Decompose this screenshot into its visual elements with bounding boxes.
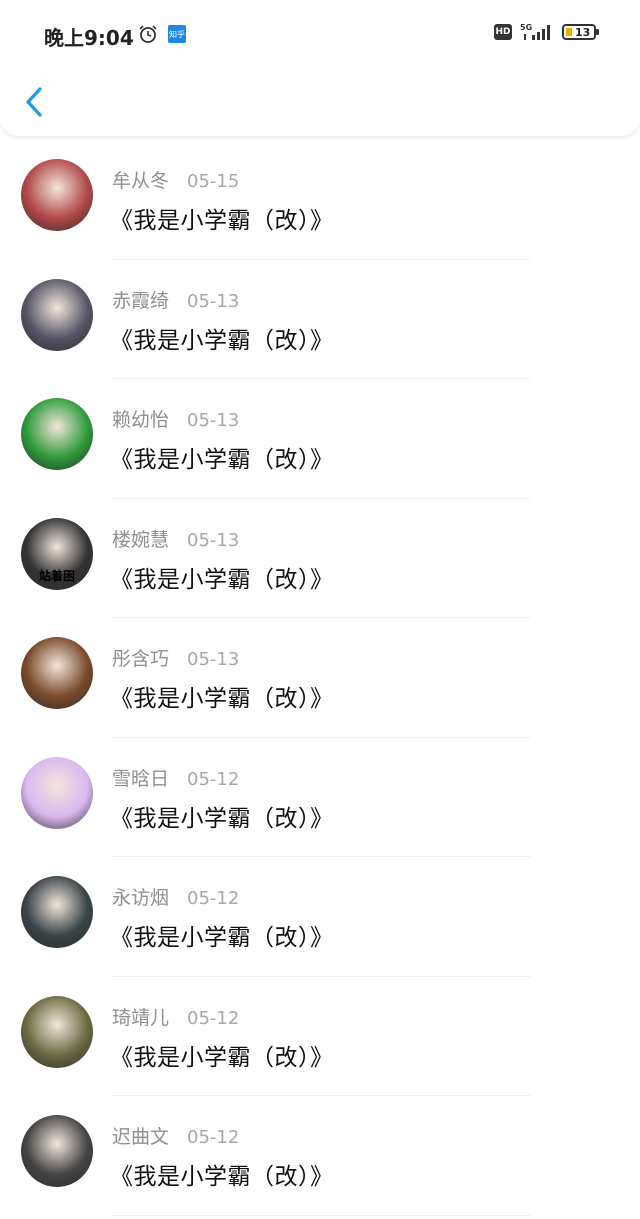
comment-row[interactable]: 雪晗日 05-12 《我是小学霸（改）》 xyxy=(0,738,640,857)
avatar[interactable] xyxy=(21,278,93,351)
commenter-name[interactable]: 彤含巧 xyxy=(112,644,169,671)
comment-list: 牟从冬 05-15 《我是小学霸（改）》 赤霞绮 05-13 《我是小学霸（改）》 赖幼怡 0… xyxy=(0,140,640,1216)
comment-row[interactable]: 站着困 楼婉慧 05-13 《我是小学霸（改）》 xyxy=(0,499,640,618)
comment-row[interactable]: 永访烟 05-12 《我是小学霸（改）》 xyxy=(0,857,640,977)
avatar[interactable]: 站着困 xyxy=(21,517,93,590)
avatar[interactable] xyxy=(21,398,93,470)
comment-text: 《我是小学霸（改）》 xyxy=(110,686,334,712)
comment-text: 《我是小学霸（改）》 xyxy=(110,1164,334,1190)
status-bar: 晚上9:04 知乎 HD 5G 13 xyxy=(0,0,640,70)
comment-date: 05-12 xyxy=(187,1127,240,1148)
comment-date: 05-13 xyxy=(187,410,240,431)
network-label: 5G xyxy=(520,23,532,32)
comment-date: 05-12 xyxy=(187,768,240,790)
battery-level: 13 xyxy=(575,25,591,39)
commenter-name[interactable]: 牟从冬 xyxy=(112,166,169,193)
comment-date: 05-12 xyxy=(187,1007,240,1029)
commenter-name[interactable]: 楼婉慧 xyxy=(112,525,169,552)
commenter-name[interactable]: 永访烟 xyxy=(112,883,169,910)
battery-icon: 13 xyxy=(562,24,599,40)
avatar[interactable] xyxy=(21,756,93,829)
back-arrow-icon[interactable] xyxy=(20,84,50,120)
avatar[interactable] xyxy=(21,876,93,948)
comment-text: 《我是小学霸（改）》 xyxy=(110,805,334,832)
hd-icon: HD xyxy=(494,24,512,40)
avatar[interactable] xyxy=(21,159,93,231)
comment-text: 《我是小学霸（改）》 xyxy=(110,566,334,593)
commenter-name[interactable]: 赤霞绮 xyxy=(112,286,169,313)
zhihu-app-icon: 知乎 xyxy=(168,25,186,43)
comment-date: 05-12 xyxy=(187,888,240,909)
comment-text: 《我是小学霸（改）》 xyxy=(110,925,334,951)
comment-row[interactable]: 赤霞绮 05-13 《我是小学霸（改）》 xyxy=(0,260,640,379)
comment-row[interactable]: 彤含巧 05-13 《我是小学霸（改）》 xyxy=(0,618,640,738)
alarm-icon xyxy=(139,25,157,43)
avatar[interactable] xyxy=(21,995,93,1068)
comment-date: 05-13 xyxy=(187,290,240,312)
comment-row[interactable]: 迟曲文 05-12 《我是小学霸（改）》 xyxy=(0,1096,640,1216)
comment-date: 05-13 xyxy=(187,529,240,551)
comment-text: 《我是小学霸（改）》 xyxy=(110,327,334,354)
comment-row[interactable]: 琦靖儿 05-12 《我是小学霸（改）》 xyxy=(0,977,640,1096)
comment-text: 《我是小学霸（改）》 xyxy=(110,1044,334,1071)
commenter-name[interactable]: 雪晗日 xyxy=(112,764,169,791)
nav-bar xyxy=(0,70,640,136)
divider xyxy=(112,1214,530,1216)
signal-5g-icon: 5G xyxy=(520,23,550,40)
avatar[interactable] xyxy=(21,1115,93,1187)
comment-date: 05-13 xyxy=(187,649,240,670)
comment-text: 《我是小学霸（改）》 xyxy=(110,447,334,473)
comment-row[interactable]: 赖幼怡 05-13 《我是小学霸（改）》 xyxy=(0,379,640,499)
status-time: 晚上9:04 xyxy=(44,26,134,50)
commenter-name[interactable]: 琦靖儿 xyxy=(112,1003,169,1030)
comment-text: 《我是小学霸（改）》 xyxy=(110,208,334,234)
avatar-caption: 站着困 xyxy=(38,568,75,583)
commenter-name[interactable]: 迟曲文 xyxy=(112,1122,169,1149)
comment-row[interactable]: 牟从冬 05-15 《我是小学霸（改）》 xyxy=(0,140,640,260)
comment-date: 05-15 xyxy=(187,171,240,192)
avatar[interactable] xyxy=(21,637,93,709)
commenter-name[interactable]: 赖幼怡 xyxy=(112,405,169,432)
